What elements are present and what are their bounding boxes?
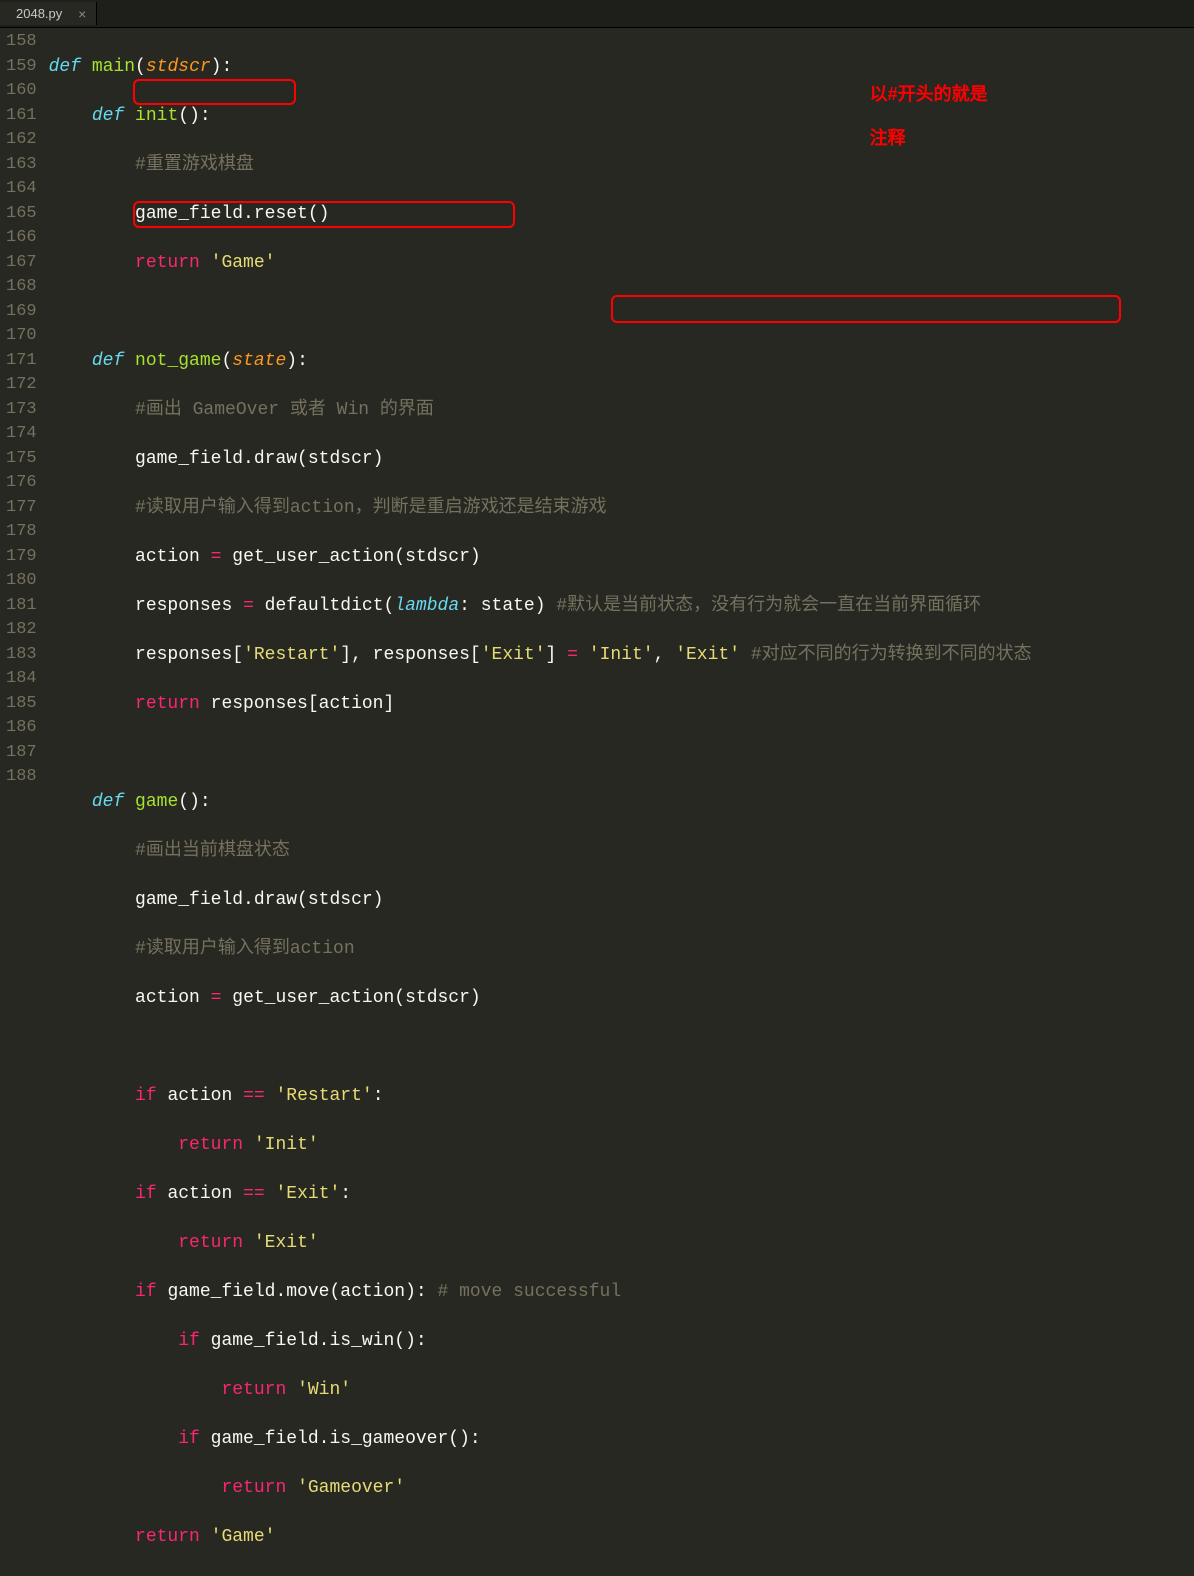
code-line: return 'Game': [49, 251, 1194, 276]
close-icon[interactable]: ×: [78, 6, 86, 22]
line-number: 165: [6, 202, 37, 227]
code-area[interactable]: def main(stdscr): def init(): #重置游戏棋盘 ga…: [49, 28, 1194, 788]
code-line: action = get_user_action(stdscr): [49, 545, 1194, 570]
code-line: [49, 300, 1194, 325]
line-number: 166: [6, 226, 37, 251]
line-number: 183: [6, 643, 37, 668]
code-line: if action == 'Restart':: [49, 1084, 1194, 1109]
line-number: 185: [6, 692, 37, 717]
line-number: 184: [6, 667, 37, 692]
code-line: return 'Game': [49, 1525, 1194, 1550]
code-line: #读取用户输入得到action: [49, 937, 1194, 962]
line-number: 176: [6, 471, 37, 496]
line-number-gutter: 158 159 160 161 162 163 164 165 166 167 …: [0, 28, 49, 788]
code-line: def init():: [49, 104, 1194, 129]
code-line: if game_field.is_win():: [49, 1329, 1194, 1354]
editor: 158 159 160 161 162 163 164 165 166 167 …: [0, 28, 1194, 788]
line-number: 175: [6, 447, 37, 472]
line-number: 169: [6, 300, 37, 325]
line-number: 173: [6, 398, 37, 423]
code-line: #读取用户输入得到action，判断是重启游戏还是结束游戏: [49, 496, 1194, 521]
code-line: return 'Gameover': [49, 1476, 1194, 1501]
line-number: 170: [6, 324, 37, 349]
tab-filename: 2048.py: [16, 6, 62, 21]
code-line: [49, 1035, 1194, 1060]
line-number: 162: [6, 128, 37, 153]
annotation-text: 以#开头的就是 注释: [840, 61, 988, 171]
code-line: #画出当前棋盘状态: [49, 839, 1194, 864]
line-number: 180: [6, 569, 37, 594]
line-number: 171: [6, 349, 37, 374]
code-line: return 'Exit': [49, 1231, 1194, 1256]
file-tab[interactable]: 2048.py ×: [0, 2, 97, 25]
code-line: game_field.draw(stdscr): [49, 447, 1194, 472]
line-number: 178: [6, 520, 37, 545]
code-line: game_field.reset(): [49, 202, 1194, 227]
code-line: #重置游戏棋盘: [49, 153, 1194, 178]
code-line: if game_field.is_gameover():: [49, 1427, 1194, 1452]
line-number: 161: [6, 104, 37, 129]
line-number: 158: [6, 30, 37, 55]
line-number: 160: [6, 79, 37, 104]
line-number: 177: [6, 496, 37, 521]
code-line: return 'Init': [49, 1133, 1194, 1158]
code-line: responses = defaultdict(lambda: state) #…: [49, 594, 1194, 619]
line-number: 167: [6, 251, 37, 276]
code-line: #画出 GameOver 或者 Win 的界面: [49, 398, 1194, 423]
highlight-box-1: [133, 79, 296, 105]
line-number: 188: [6, 765, 37, 790]
line-number: 164: [6, 177, 37, 202]
code-line: def not_game(state):: [49, 349, 1194, 374]
line-number: 159: [6, 55, 37, 80]
line-number: 181: [6, 594, 37, 619]
line-number: 182: [6, 618, 37, 643]
line-number: 168: [6, 275, 37, 300]
code-line: return 'Win': [49, 1378, 1194, 1403]
line-number: 174: [6, 422, 37, 447]
line-number: 163: [6, 153, 37, 178]
code-line: responses['Restart'], responses['Exit'] …: [49, 643, 1194, 668]
line-number: 179: [6, 545, 37, 570]
code-line: def game():: [49, 790, 1194, 815]
code-line: if action == 'Exit':: [49, 1182, 1194, 1207]
line-number: 172: [6, 373, 37, 398]
line-number: 186: [6, 716, 37, 741]
code-line: action = get_user_action(stdscr): [49, 986, 1194, 1011]
code-line: [49, 741, 1194, 766]
line-number: 187: [6, 741, 37, 766]
tab-bar: 2048.py ×: [0, 0, 1194, 28]
code-line: if game_field.move(action): # move succe…: [49, 1280, 1194, 1305]
code-line: return responses[action]: [49, 692, 1194, 717]
code-line: game_field.draw(stdscr): [49, 888, 1194, 913]
code-line: def main(stdscr):: [49, 55, 1194, 80]
